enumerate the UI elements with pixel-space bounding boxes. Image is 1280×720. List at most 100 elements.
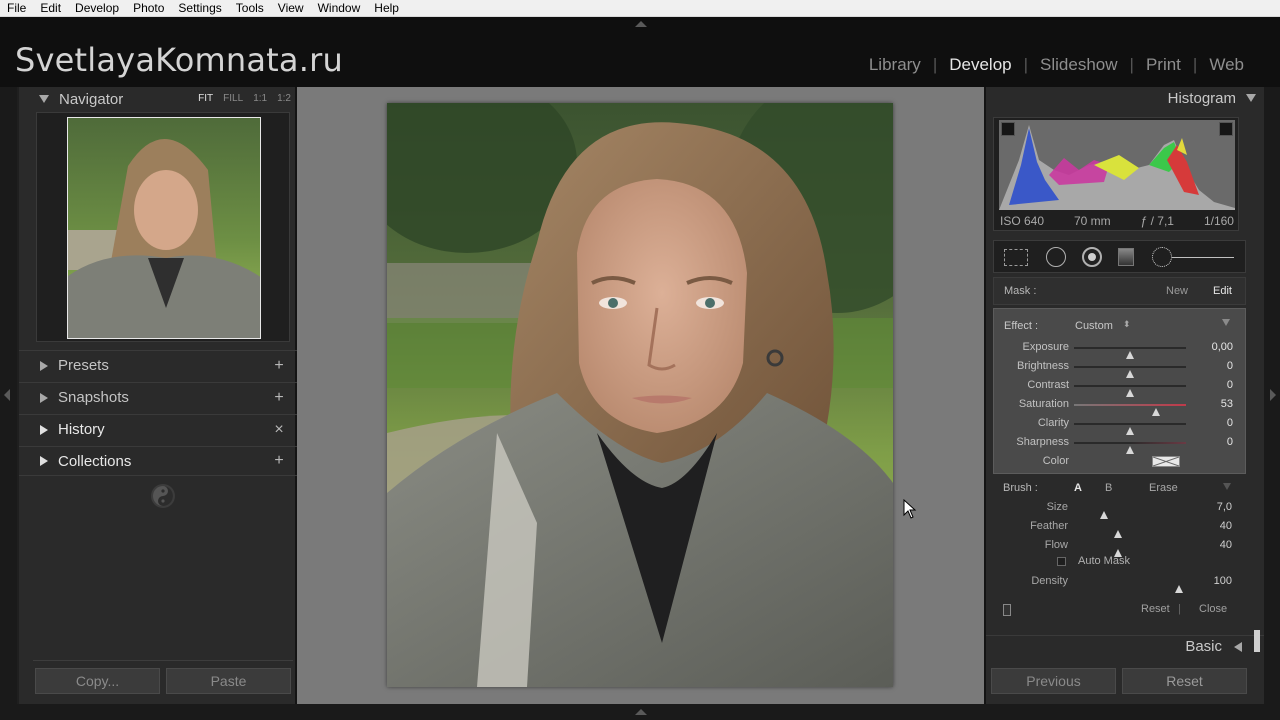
add-preset-icon[interactable]: + <box>269 357 289 375</box>
flow-track[interactable] <box>1073 545 1185 557</box>
basic-panel-header[interactable]: Basic <box>986 635 1264 657</box>
mask-edit-button[interactable]: Edit <box>1213 285 1232 297</box>
red-eye-icon[interactable] <box>1082 247 1102 267</box>
navigator-thumbnail[interactable] <box>67 117 261 339</box>
histogram-title: Histogram <box>1167 89 1236 107</box>
sharpness-value[interactable]: 0 <box>1227 436 1233 448</box>
menu-edit[interactable]: Edit <box>33 0 68 17</box>
crop-tool-icon[interactable] <box>1004 249 1028 266</box>
snapshots-section[interactable]: Snapshots + <box>19 382 297 412</box>
brush-collapse-icon[interactable] <box>1223 483 1231 490</box>
zoom-1-1[interactable]: 1:1 <box>253 93 267 104</box>
collapse-left-icon[interactable] <box>4 389 10 401</box>
module-web[interactable]: Web <box>1197 55 1256 75</box>
brush-erase-tab[interactable]: Erase <box>1149 482 1178 494</box>
feather-value[interactable]: 40 <box>1220 520 1232 532</box>
brightness-label: Brightness <box>1017 360 1069 372</box>
reset-button[interactable]: Reset <box>1122 668 1247 694</box>
add-collection-icon[interactable]: + <box>269 452 289 470</box>
clarity-track[interactable] <box>1074 423 1186 435</box>
collections-section[interactable]: Collections + <box>19 446 297 476</box>
zoom-fill[interactable]: FILL <box>223 93 243 104</box>
brush-b-tab[interactable]: B <box>1105 482 1112 494</box>
collapse-right-icon[interactable] <box>1270 389 1276 401</box>
navigator-header[interactable]: Navigator FIT FILL 1:1 1:2 <box>19 87 297 111</box>
histogram-graph[interactable] <box>999 120 1235 210</box>
menu-window[interactable]: Window <box>311 0 368 17</box>
paste-settings-button[interactable]: Paste <box>166 668 291 694</box>
zoom-fit[interactable]: FIT <box>198 93 213 104</box>
brightness-track[interactable] <box>1074 366 1186 378</box>
collapse-bottom-icon[interactable] <box>635 709 647 715</box>
contrast-track[interactable] <box>1074 385 1186 397</box>
mask-toggle-icon[interactable] <box>1003 604 1011 616</box>
clear-history-icon[interactable]: × <box>269 421 289 439</box>
menu-settings[interactable]: Settings <box>171 0 228 17</box>
mask-new-button[interactable]: New <box>1166 285 1188 297</box>
graduated-filter-icon[interactable] <box>1118 248 1134 266</box>
spot-removal-icon[interactable] <box>1046 247 1066 267</box>
histogram-header[interactable]: Histogram <box>986 87 1264 109</box>
add-snapshot-icon[interactable]: + <box>269 389 289 407</box>
shadow-clip-icon[interactable] <box>1001 122 1015 136</box>
menu-photo[interactable]: Photo <box>126 0 171 17</box>
density-value[interactable]: 100 <box>1214 575 1232 587</box>
exposure-track[interactable] <box>1074 347 1186 359</box>
menu-help[interactable]: Help <box>367 0 406 17</box>
flow-slider-row: Flow 40 <box>993 536 1246 557</box>
menu-file[interactable]: File <box>0 0 33 17</box>
mouse-cursor-icon <box>903 498 917 524</box>
shutter-value: 1/160 <box>1203 214 1234 228</box>
color-swatch[interactable] <box>1152 456 1180 467</box>
previous-button[interactable]: Previous <box>991 668 1116 694</box>
effect-collapse-icon[interactable] <box>1222 319 1230 326</box>
menu-view[interactable]: View <box>271 0 311 17</box>
expand-triangle-icon <box>40 456 48 466</box>
contrast-value[interactable]: 0 <box>1227 379 1233 391</box>
highlight-clip-icon[interactable] <box>1219 122 1233 136</box>
sharpness-track[interactable] <box>1074 442 1186 454</box>
saturation-value[interactable]: 53 <box>1221 398 1233 410</box>
brush-a-tab[interactable]: A <box>1074 482 1082 494</box>
aperture-value: ƒ / 7,1 <box>1140 214 1174 228</box>
brightness-value[interactable]: 0 <box>1227 360 1233 372</box>
size-value[interactable]: 7,0 <box>1217 501 1232 513</box>
menu-develop[interactable]: Develop <box>68 0 126 17</box>
density-thumb[interactable] <box>1175 585 1184 593</box>
module-slideshow[interactable]: Slideshow <box>1028 55 1130 75</box>
presets-section[interactable]: Presets + <box>19 350 297 380</box>
feather-track[interactable] <box>1073 526 1185 538</box>
auto-mask-checkbox[interactable] <box>1057 557 1066 566</box>
history-section[interactable]: History × <box>19 414 297 444</box>
flow-value[interactable]: 40 <box>1220 539 1232 551</box>
collapse-triangle-icon <box>39 95 49 103</box>
module-library[interactable]: Library <box>857 55 933 75</box>
menu-tools[interactable]: Tools <box>229 0 271 17</box>
brush-reset-button[interactable]: Reset <box>1141 603 1170 615</box>
feather-slider-row: Feather 40 <box>993 517 1246 538</box>
module-print[interactable]: Print <box>1134 55 1193 75</box>
adjustment-brush-icon[interactable] <box>1152 247 1172 267</box>
brush-close-button[interactable]: Close <box>1199 603 1227 615</box>
saturation-track[interactable] <box>1074 404 1186 416</box>
contrast-slider-row: Contrast 0 <box>994 376 1247 397</box>
saturation-label: Saturation <box>1018 398 1069 410</box>
copy-settings-button[interactable]: Copy... <box>35 668 160 694</box>
snapshots-label: Snapshots <box>58 389 129 406</box>
main-photo[interactable] <box>387 103 893 687</box>
mask-row: Mask : New Edit <box>993 277 1246 305</box>
zoom-1-2[interactable]: 1:2 <box>277 93 291 104</box>
histogram-panel: ISO 640 70 mm ƒ / 7,1 1/160 <box>993 117 1239 231</box>
exposure-value[interactable]: 0,00 <box>1212 341 1233 353</box>
brand-logo-text: SvetlayaKomnata.ru <box>15 41 343 79</box>
density-track[interactable] <box>1073 581 1185 593</box>
panel-scrollbar[interactable] <box>1254 630 1260 652</box>
size-track[interactable] <box>1073 507 1185 519</box>
module-develop[interactable]: Develop <box>937 55 1023 75</box>
navigator-title: Navigator <box>59 90 124 108</box>
image-canvas[interactable] <box>297 87 984 704</box>
clarity-value[interactable]: 0 <box>1227 417 1233 429</box>
collapse-top-icon[interactable] <box>635 21 647 27</box>
effect-preset-select[interactable]: Custom <box>1075 320 1113 332</box>
color-label: Color <box>1042 455 1069 467</box>
